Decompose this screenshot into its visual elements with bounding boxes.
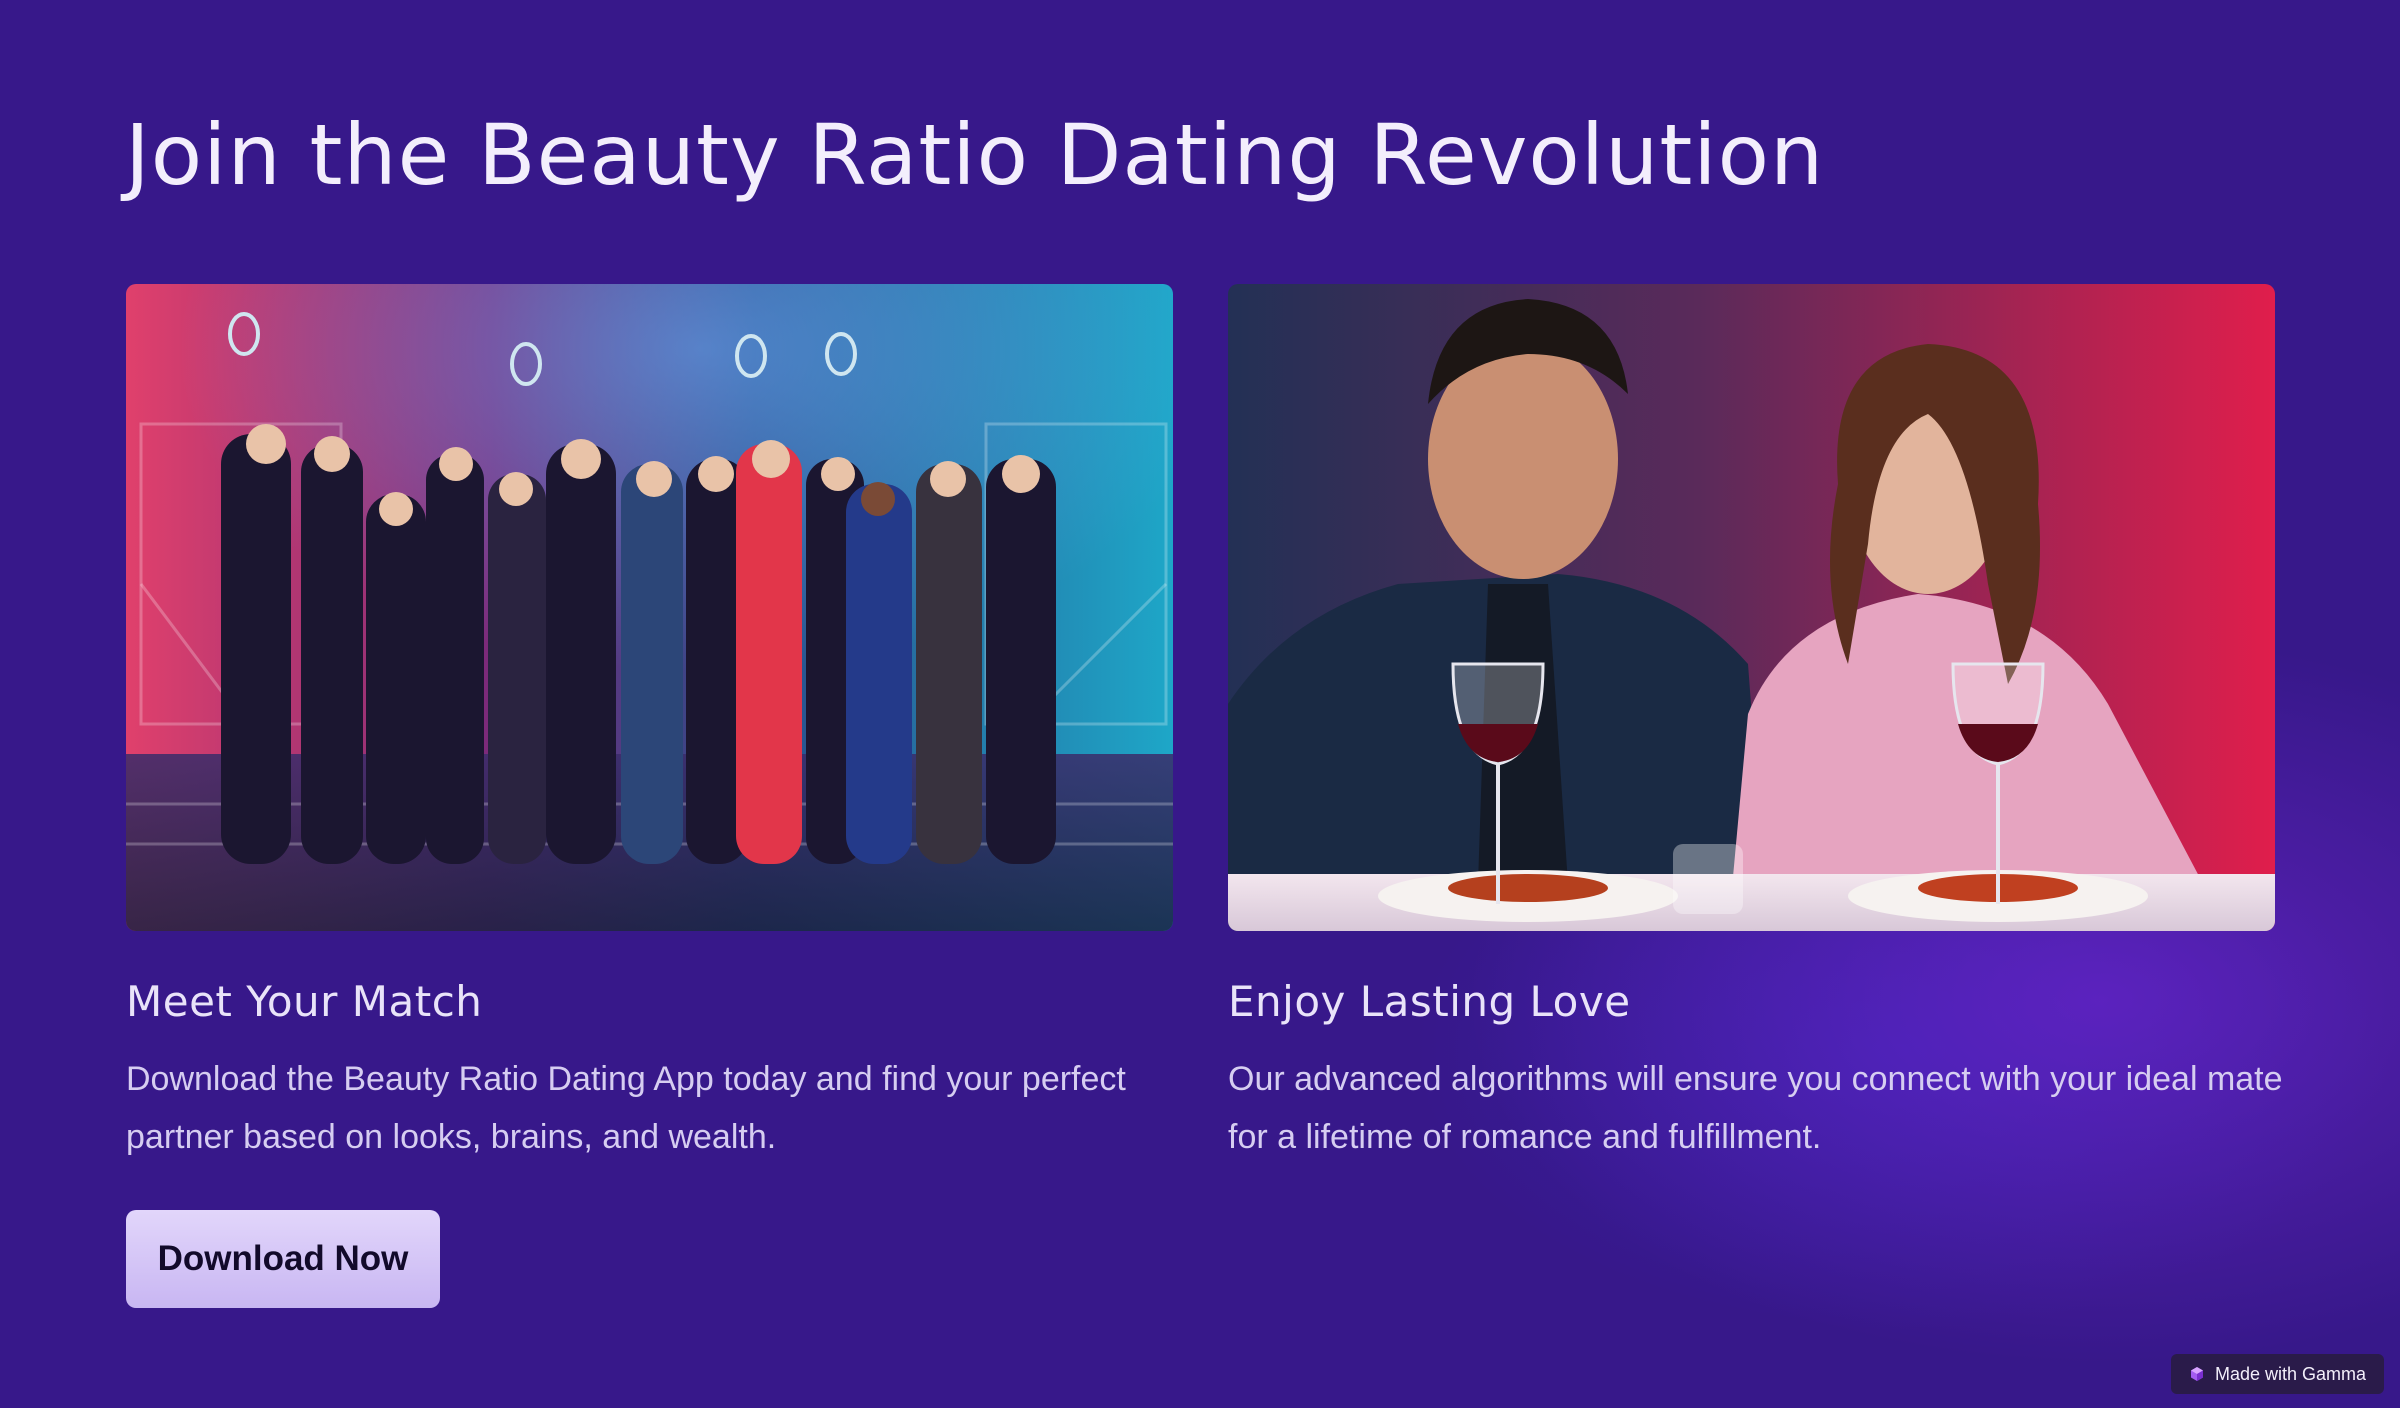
gamma-logo-icon: [2189, 1366, 2205, 1382]
card-description-enjoy-lasting-love: Our advanced algorithms will ensure you …: [1228, 1060, 2283, 1156]
card-title-enjoy-lasting-love: Enjoy Lasting Love: [1228, 977, 1631, 1026]
card-description-meet-your-match: Download the Beauty Ratio Dating App tod…: [126, 1060, 1126, 1156]
card-title-meet-your-match: Meet Your Match: [126, 977, 483, 1026]
made-with-gamma-label: Made with Gamma: [2214, 1363, 2367, 1384]
made-with-gamma-badge[interactable]: Made with Gamma: [2171, 1354, 2384, 1394]
download-now-button[interactable]: Download Now: [126, 1210, 440, 1308]
group-award-photo: [126, 284, 1173, 931]
couple-dinner-photo: [1228, 284, 2275, 931]
page-title: Join the Beauty Ratio Dating Revolution: [125, 106, 1825, 204]
